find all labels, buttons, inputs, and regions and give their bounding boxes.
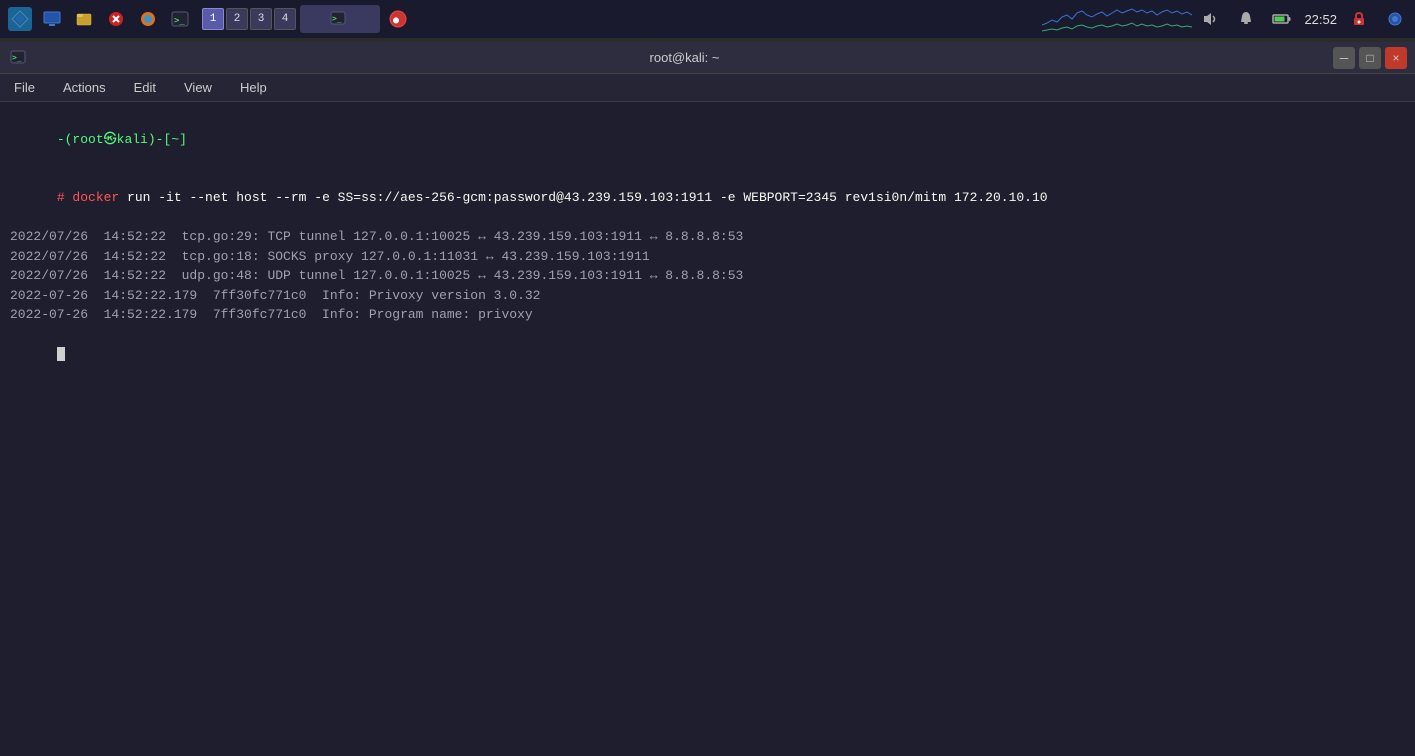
minimize-button[interactable]: ─ [1333, 47, 1355, 69]
pip-icon[interactable]: ● [384, 5, 412, 33]
menu-actions[interactable]: Actions [57, 78, 112, 97]
svg-text:>_: >_ [332, 14, 342, 23]
network-chart [1042, 5, 1192, 33]
svg-text:>_: >_ [174, 16, 185, 26]
menu-edit[interactable]: Edit [128, 78, 162, 97]
sound-icon[interactable] [1196, 5, 1224, 33]
cmd-keyword: docker [72, 190, 119, 205]
workspace-4-button[interactable]: 4 [274, 8, 296, 30]
files-icon[interactable] [70, 5, 98, 33]
lock-icon[interactable] [1345, 5, 1373, 33]
power-icon[interactable] [1381, 5, 1409, 33]
taskbar: >_ 1 2 3 4 >_ ● [0, 0, 1415, 38]
menu-file[interactable]: File [8, 78, 41, 97]
output-line-4: 2022-07-26 14:52:22.179 7ff30fc771c0 Inf… [10, 286, 1405, 306]
prompt-suffix: )-[ [148, 132, 171, 147]
window-controls: ─ □ × [1333, 47, 1407, 69]
terminal-window: >_ root@kali: ~ ─ □ × File Actions Edit … [0, 42, 1415, 756]
prompt-prefix: -( [57, 132, 73, 147]
svg-text:>_: >_ [12, 53, 22, 62]
terminal-title-icon: >_ [8, 48, 28, 68]
kali-menu-icon[interactable] [6, 5, 34, 33]
menu-view[interactable]: View [178, 78, 218, 97]
terminal-cursor [57, 347, 65, 361]
maximize-button[interactable]: □ [1359, 47, 1381, 69]
prompt-path: ~ [171, 132, 179, 147]
active-app-icon[interactable]: >_ [300, 5, 380, 33]
close-red-icon[interactable] [102, 5, 130, 33]
kali-logo [8, 7, 32, 31]
firefox-icon[interactable] [134, 5, 162, 33]
terminal-launcher-icon[interactable]: >_ [166, 5, 194, 33]
terminal-command-line: # docker run -it --net host --rm -e SS=s… [10, 169, 1405, 228]
battery-icon[interactable] [1268, 5, 1296, 33]
output-line-3: 2022/07/26 14:52:22 udp.go:48: UDP tunne… [10, 266, 1405, 286]
terminal-titlebar: >_ root@kali: ~ ─ □ × [0, 42, 1415, 74]
terminal-title: root@kali: ~ [36, 50, 1333, 65]
clock-display: 22:52 [1304, 12, 1337, 27]
terminal-content[interactable]: -(root㉿kali)-[~] # docker run -it --net … [0, 102, 1415, 756]
terminal-prompt-line: -(root㉿kali)-[~] [10, 110, 1405, 169]
terminal-cursor-line [10, 325, 1405, 384]
workspace-switcher: 1 2 3 4 [202, 8, 296, 30]
notification-icon[interactable] [1232, 5, 1260, 33]
output-line-1: 2022/07/26 14:52:22 tcp.go:29: TCP tunne… [10, 227, 1405, 247]
workspace-3-button[interactable]: 3 [250, 8, 272, 30]
workspace-2-button[interactable]: 2 [226, 8, 248, 30]
output-line-2: 2022/07/26 14:52:22 tcp.go:18: SOCKS pro… [10, 247, 1405, 267]
prompt-user: root [72, 132, 103, 147]
workspace-1-button[interactable]: 1 [202, 8, 224, 30]
prompt-end-bracket: ] [179, 132, 187, 147]
svg-text:●: ● [393, 15, 399, 26]
output-line-5: 2022-07-26 14:52:22.179 7ff30fc771c0 Inf… [10, 305, 1405, 325]
desktop-icon[interactable] [38, 5, 66, 33]
system-tray: 22:52 [1196, 5, 1409, 33]
terminal-menubar: File Actions Edit View Help [0, 74, 1415, 102]
prompt-hash: # [57, 190, 73, 205]
close-button[interactable]: × [1385, 47, 1407, 69]
prompt-host: kali [117, 132, 148, 147]
menu-help[interactable]: Help [234, 78, 273, 97]
cmd-arguments: run -it --net host --rm -e SS=ss://aes-2… [119, 190, 1047, 205]
prompt-at: ㉿ [104, 132, 117, 147]
